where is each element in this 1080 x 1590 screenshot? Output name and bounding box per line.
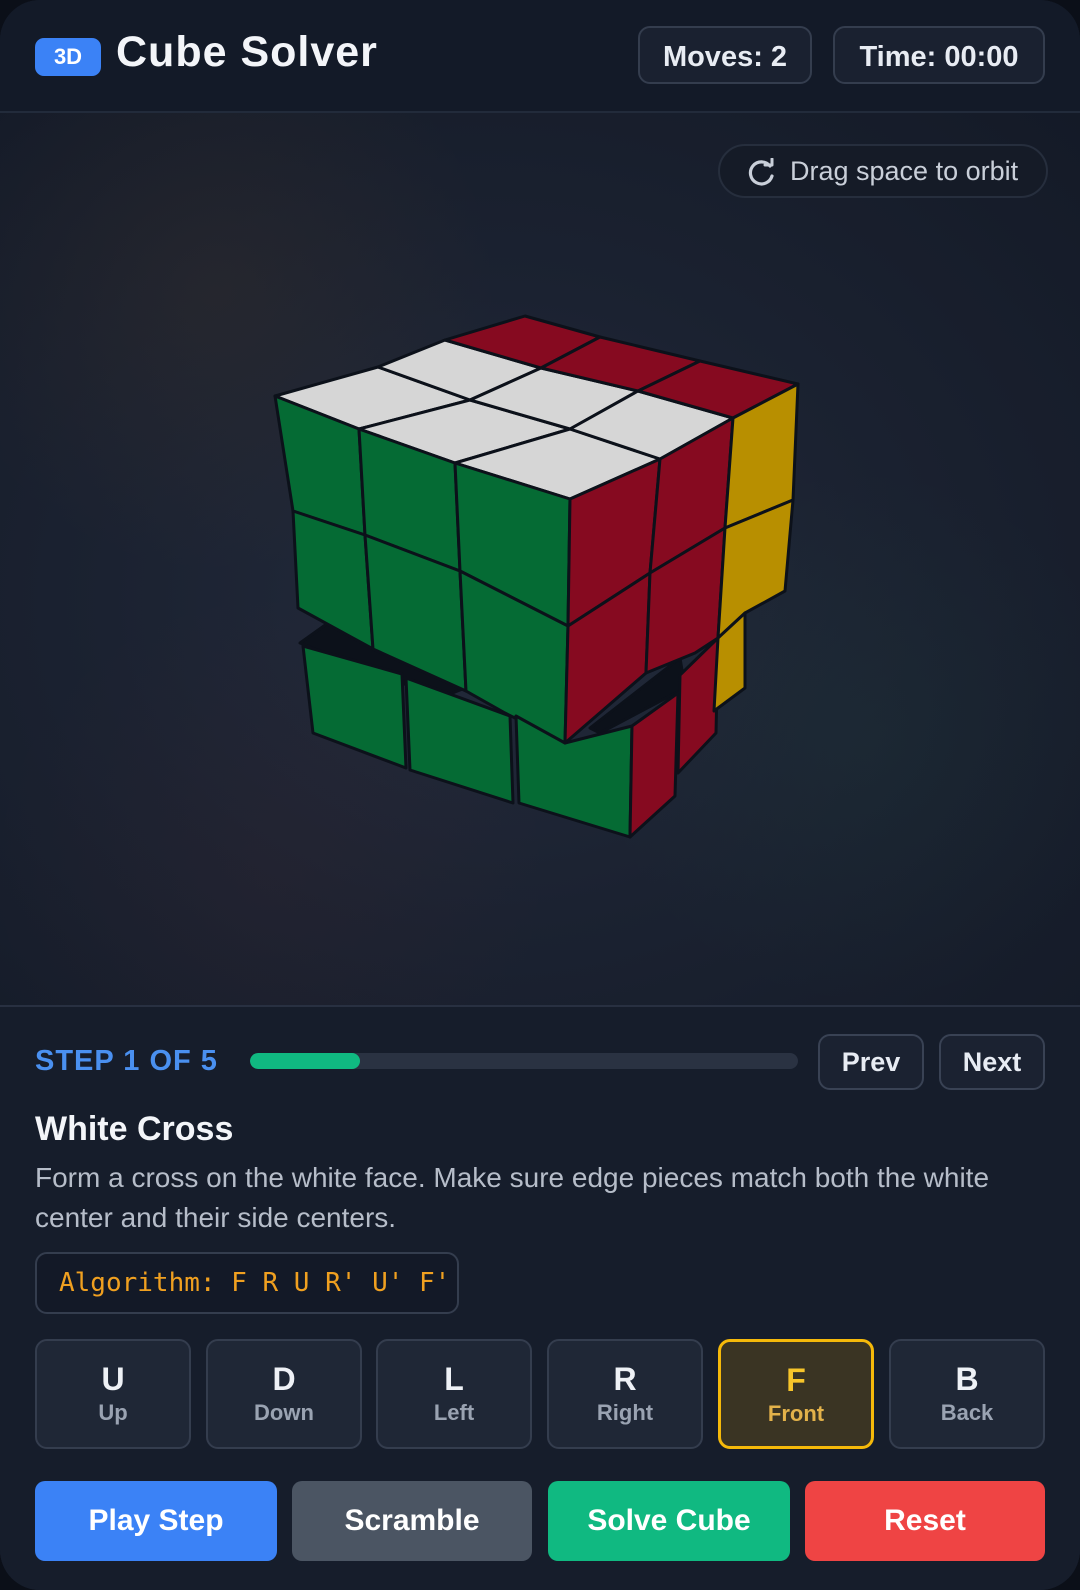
step-progress-bar <box>250 1053 798 1069</box>
rubiks-cube[interactable] <box>0 113 1080 1005</box>
move-name: Front <box>767 1401 825 1426</box>
move-button-u[interactable]: U Up <box>35 1339 191 1449</box>
move-name: Down <box>254 1400 314 1425</box>
move-button-f[interactable]: F Front <box>718 1339 874 1449</box>
orbit-hint-text: Drag space to orbit <box>790 156 1019 186</box>
step-description: Form a cross on the white face. Make sur… <box>35 1162 990 1233</box>
scramble-button[interactable]: Scramble <box>292 1481 532 1561</box>
move-name: Back <box>940 1400 994 1425</box>
move-name: Left <box>433 1400 475 1425</box>
rotate-icon <box>748 158 774 186</box>
solve-cube-button[interactable]: Solve Cube <box>548 1481 790 1561</box>
next-button[interactable]: Next <box>939 1034 1045 1090</box>
orbit-hint: Drag space to orbit <box>718 144 1048 198</box>
header: 3D Cube Solver Moves: 2 Time: 00:00 <box>0 0 1080 113</box>
move-button-b[interactable]: B Back <box>889 1339 1045 1449</box>
algorithm-display: Algorithm: F R U R' U' F' <box>35 1252 459 1314</box>
move-name: Right <box>596 1400 654 1425</box>
moves-counter: Moves: 2 <box>638 26 812 84</box>
app-title: Cube Solver <box>116 28 378 76</box>
cube-viewport[interactable]: Drag space to orbit <box>0 113 1080 1005</box>
move-key: R <box>613 1361 637 1397</box>
move-buttons: U Up D Down L Left R Right F Front B Bac… <box>35 1339 1045 1449</box>
step-title: White Cross <box>35 1110 234 1148</box>
app-window: 3D Cube Solver Moves: 2 Time: 00:00 Drag… <box>0 0 1080 1590</box>
move-key: F <box>786 1362 806 1398</box>
move-key: U <box>101 1361 125 1397</box>
step-progress-fill <box>250 1053 360 1069</box>
move-key: D <box>272 1361 296 1397</box>
reset-button[interactable]: Reset <box>805 1481 1045 1561</box>
step-panel: STEP 1 OF 5 Prev Next White Cross Form a… <box>0 1005 1080 1590</box>
move-button-d[interactable]: D Down <box>206 1339 362 1449</box>
move-button-r[interactable]: R Right <box>547 1339 703 1449</box>
timer: Time: 00:00 <box>833 26 1045 84</box>
move-key: L <box>444 1361 464 1397</box>
3d-badge: 3D <box>35 38 101 76</box>
move-name: Up <box>98 1400 128 1425</box>
prev-button[interactable]: Prev <box>818 1034 924 1090</box>
play-step-button[interactable]: Play Step <box>35 1481 277 1561</box>
move-key: B <box>955 1361 979 1397</box>
step-indicator: STEP 1 OF 5 <box>35 1045 218 1077</box>
move-button-l[interactable]: L Left <box>376 1339 532 1449</box>
